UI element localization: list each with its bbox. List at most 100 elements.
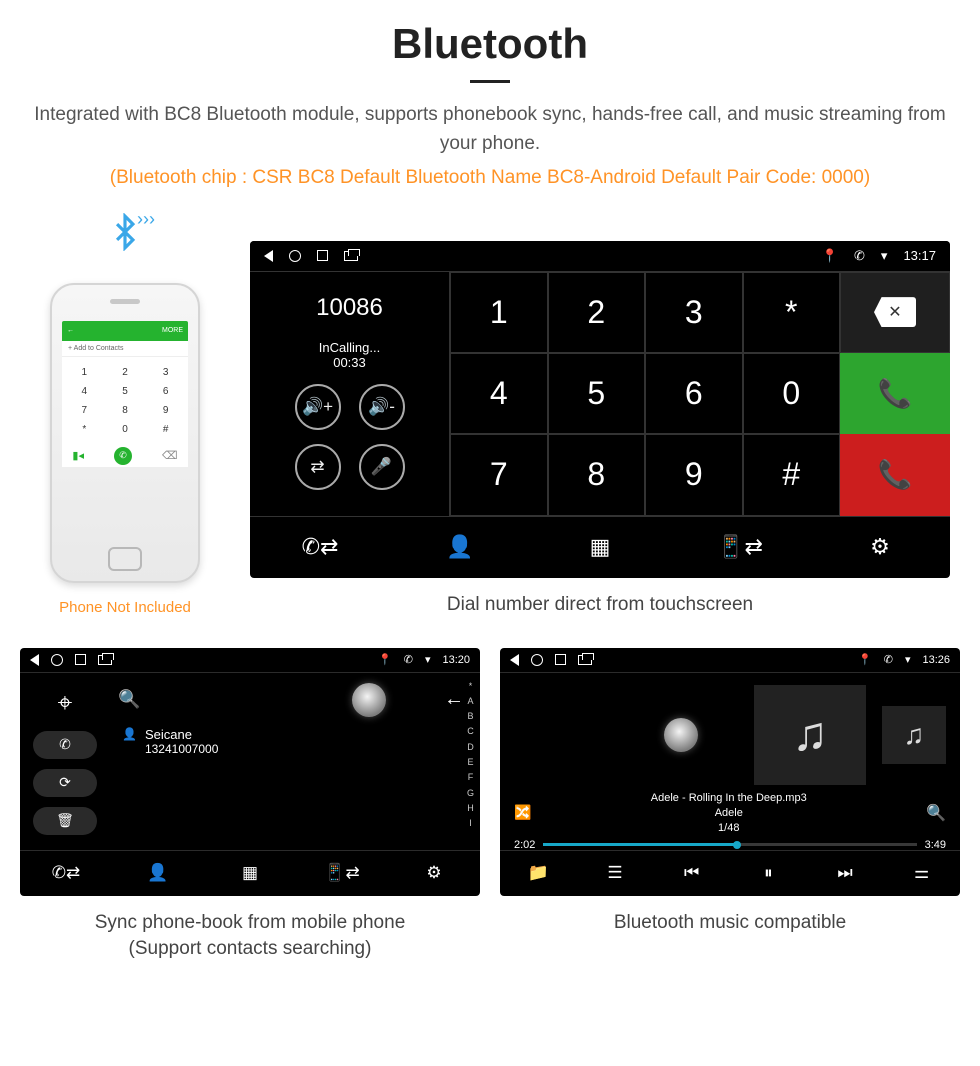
nav-back-icon[interactable] <box>264 250 273 262</box>
page-subtitle: Integrated with BC8 Bluetooth module, su… <box>0 101 980 158</box>
music-bottom-tabs: 📁 ☰ ⏮ ⏸ ⏭ ⚌ <box>500 850 960 896</box>
tab-call-log[interactable]: ✆⇄ <box>20 851 112 896</box>
prev-track-button[interactable]: ⏮ <box>653 851 730 896</box>
volume-up-button[interactable]: 🔊+ <box>295 384 341 430</box>
contact-number: 13241007000 <box>145 742 218 756</box>
key-9[interactable]: 9 <box>645 434 743 515</box>
shuffle-button[interactable]: 🔀 <box>514 804 531 821</box>
wifi-icon: ▾ <box>425 653 431 666</box>
tab-dialpad[interactable]: ▦ <box>204 851 296 896</box>
time-total: 3:49 <box>925 839 946 851</box>
phone-status-icon: ✆ <box>404 653 413 666</box>
call-action-button[interactable]: ✆ <box>33 731 97 759</box>
person-icon: 👤 <box>122 727 137 741</box>
key-4[interactable]: 4 <box>450 353 548 434</box>
touch-indicator <box>352 683 386 717</box>
location-icon: 📍 <box>378 653 392 666</box>
mic-button[interactable]: 🎤 <box>359 444 405 490</box>
status-bar: 📍 ✆ ▾ 13:17 <box>250 241 950 271</box>
head-unit-dialer: 📍 ✆ ▾ 13:17 10086 InCalling... 00:33 🔊+ … <box>250 241 950 578</box>
equalizer-button[interactable]: ⚌ <box>883 851 960 896</box>
phone-status-icon: ✆ <box>854 248 865 264</box>
album-art-current: ♫ <box>754 685 866 785</box>
nav-back-icon[interactable] <box>510 654 519 666</box>
call-icon: ✆ <box>114 447 132 465</box>
contact-row[interactable]: 👤 Seicane 13241007000 <box>118 727 472 756</box>
call-duration: 00:33 <box>333 355 366 370</box>
time-elapsed: 2:02 <box>514 839 535 851</box>
tab-folder[interactable]: 📁 <box>500 851 577 896</box>
tab-playlist[interactable]: ☰ <box>577 851 654 896</box>
nav-back-icon[interactable] <box>30 654 39 666</box>
nav-recent-icon[interactable] <box>555 654 566 665</box>
progress-bar[interactable] <box>543 843 916 846</box>
hangup-button[interactable]: 📞 <box>840 434 950 515</box>
phone-dialpad: 123 456 789 *0# <box>62 357 188 445</box>
key-0[interactable]: 0 <box>743 353 841 434</box>
tab-call-log[interactable]: ✆⇄ <box>250 517 390 578</box>
bottom-tabs: ✆⇄ 👤 ▦ 📱⇄ ⚙ <box>20 850 480 896</box>
key-6[interactable]: 6 <box>645 353 743 434</box>
backspace-button[interactable]: ✕ <box>840 272 950 353</box>
call-button[interactable]: 📞 <box>840 353 950 434</box>
next-track-button[interactable]: ⏭ <box>807 851 884 896</box>
mock-smartphone: ← MORE + Add to Contacts 123 456 789 *0#… <box>50 283 200 583</box>
nav-split-icon[interactable] <box>98 655 112 665</box>
transfer-audio-button[interactable]: ⇄ <box>295 444 341 490</box>
add-to-contacts-row: + Add to Contacts <box>62 341 188 357</box>
delete-action-button[interactable]: 🗑 <box>33 807 97 835</box>
key-8[interactable]: 8 <box>548 434 646 515</box>
dialed-number: 10086 <box>316 294 383 322</box>
phonebook-caption: Sync phone-book from mobile phone (Suppo… <box>20 910 480 963</box>
phonebook-side-actions: ⌖ ✆ ⟳ 🗑 <box>20 673 110 850</box>
contact-name: Seicane <box>145 727 218 742</box>
clock: 13:26 <box>922 654 950 666</box>
music-note-icon: ♫ <box>904 719 925 751</box>
music-panel: 📍 ✆ ▾ 13:26 ♫ ♫ 🔀 Adele - Rolling In the… <box>500 648 960 896</box>
nav-split-icon[interactable] <box>578 655 592 665</box>
contacts-list: 🔍 ← 👤 Seicane 13241007000 *AB CDE FGH I <box>110 673 480 850</box>
wifi-icon: ▾ <box>881 248 888 264</box>
music-caption: Bluetooth music compatible <box>500 910 960 963</box>
wifi-icon: ▾ <box>905 653 911 666</box>
touch-indicator <box>664 718 698 752</box>
key-5[interactable]: 5 <box>548 353 646 434</box>
nav-split-icon[interactable] <box>344 251 358 261</box>
alpha-index[interactable]: *AB CDE FGH I <box>467 679 474 832</box>
tab-contacts[interactable]: 👤 <box>390 517 530 578</box>
search-button[interactable]: 🔍 <box>926 803 946 823</box>
sync-action-button[interactable]: ⟳ <box>33 769 97 797</box>
backspace-icon: ⌫ <box>162 449 178 462</box>
track-counter: 1/48 <box>541 821 916 836</box>
key-star[interactable]: * <box>743 272 841 353</box>
tab-settings[interactable]: ⚙ <box>810 517 950 578</box>
call-info-panel: 10086 InCalling... 00:33 🔊+ 🔊- ⇄ 🎤 <box>250 272 450 516</box>
track-artist: Adele <box>541 806 916 821</box>
location-icon: 📍 <box>822 248 838 264</box>
nav-recent-icon[interactable] <box>75 654 86 665</box>
nav-home-icon[interactable] <box>289 250 301 262</box>
volume-down-button[interactable]: 🔊- <box>359 384 405 430</box>
key-1[interactable]: 1 <box>450 272 548 353</box>
tab-dialpad[interactable]: ▦ <box>530 517 670 578</box>
bluetooth-icon: ⌖ <box>58 687 73 719</box>
play-pause-button[interactable]: ⏸ <box>730 851 807 896</box>
key-hash[interactable]: # <box>743 434 841 515</box>
phone-column: ››› ← MORE + Add to Contacts 123 456 789… <box>30 213 220 616</box>
tab-contacts[interactable]: 👤 <box>112 851 204 896</box>
phonebook-panel: 📍 ✆ ▾ 13:20 ⌖ ✆ ⟳ 🗑 🔍 ← 👤 <box>20 648 480 896</box>
location-icon: 📍 <box>858 653 872 666</box>
tab-settings[interactable]: ⚙ <box>388 851 480 896</box>
phone-status-icon: ✆ <box>884 653 893 666</box>
search-icon[interactable]: 🔍 <box>118 689 140 710</box>
tab-phone-sync[interactable]: 📱⇄ <box>670 517 810 578</box>
key-2[interactable]: 2 <box>548 272 646 353</box>
nav-recent-icon[interactable] <box>317 250 328 261</box>
tab-phone-sync[interactable]: 📱⇄ <box>296 851 388 896</box>
key-3[interactable]: 3 <box>645 272 743 353</box>
nav-home-icon[interactable] <box>531 654 543 666</box>
phone-disclaimer: Phone Not Included <box>30 599 220 616</box>
bluetooth-icon: ››› <box>95 213 155 273</box>
key-7[interactable]: 7 <box>450 434 548 515</box>
nav-home-icon[interactable] <box>51 654 63 666</box>
